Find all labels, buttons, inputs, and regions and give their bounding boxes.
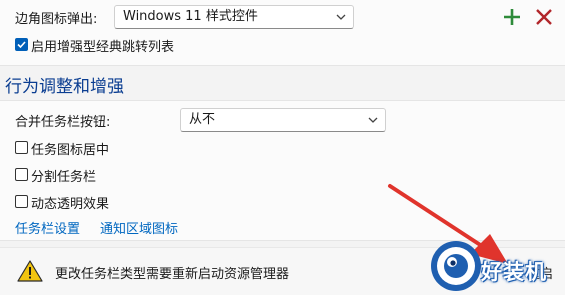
watermark-logo-icon bbox=[431, 241, 481, 291]
annotation-arrow bbox=[388, 184, 508, 264]
watermark-text: 好装机 bbox=[481, 260, 547, 284]
